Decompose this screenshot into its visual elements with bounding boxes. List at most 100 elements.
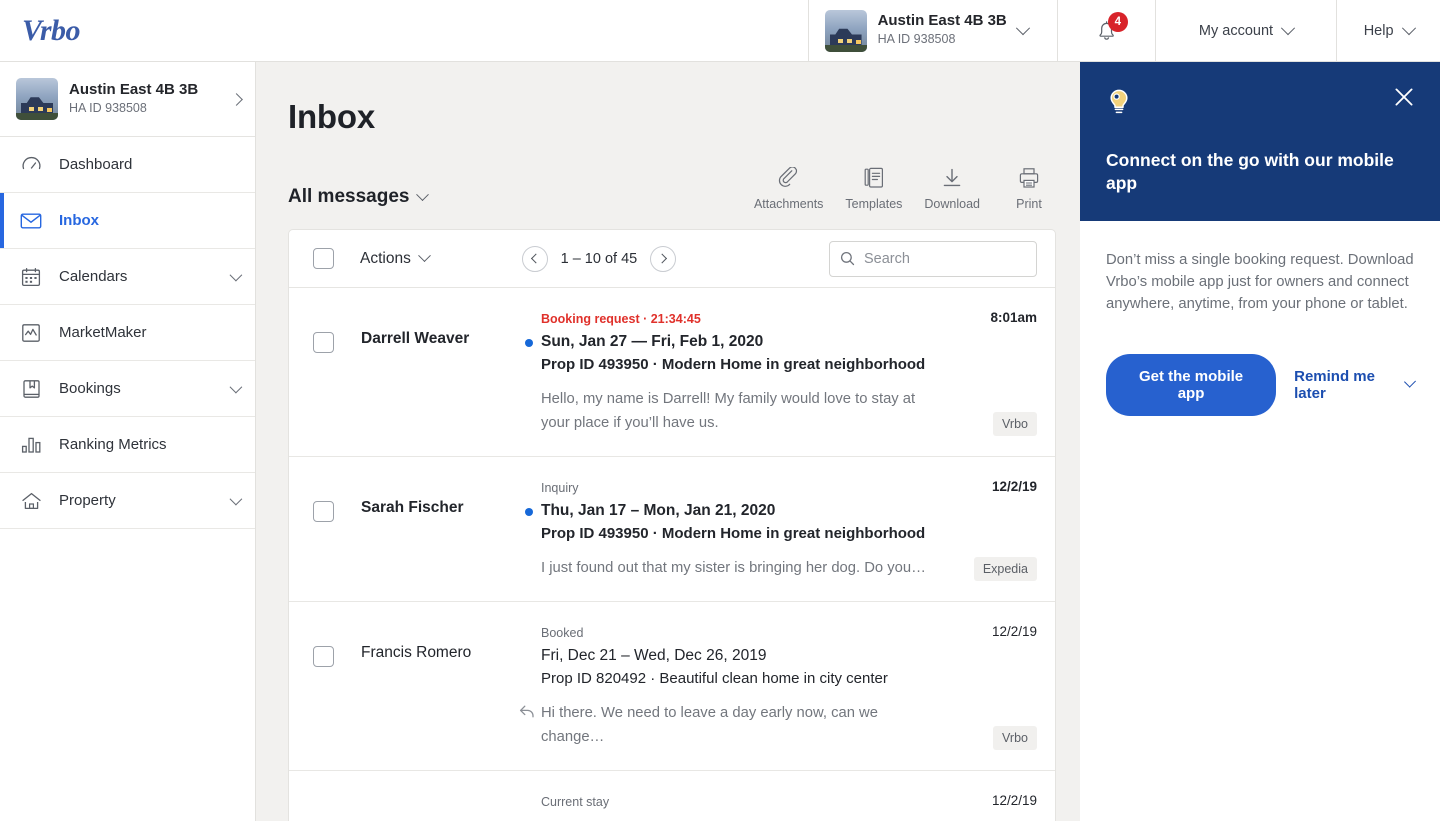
sidebar-item-marketmaker[interactable]: MarketMaker (0, 305, 255, 361)
attachments-label: Attachments (753, 197, 824, 211)
previous-page-button[interactable] (521, 245, 548, 272)
paperclip-icon (778, 166, 800, 190)
message-list-item[interactable]: Current stay 12/2/19 (289, 771, 1055, 821)
message-stay-dates-text: Thu, Jan 17 – Mon, Jan 21, 2020 (541, 502, 776, 520)
message-channel-badge: Expedia (973, 557, 1037, 582)
message-meta: 8:01am Vrbo (951, 310, 1037, 437)
message-meta: 12/2/19 Vrbo (951, 624, 1037, 751)
message-status-label: Booked (541, 626, 584, 641)
printer-icon (1018, 166, 1040, 190)
pagination-label: 1 – 10 of 45 (560, 250, 638, 267)
sidebar-item-label: MarketMaker (59, 324, 147, 341)
message-snippet: I just found out that my sister is bring… (541, 560, 926, 577)
message-timestamp: 8:01am (990, 310, 1037, 325)
chevron-down-icon (1401, 20, 1416, 35)
message-list-item[interactable]: Francis Romero Booked Fri, Dec 21 – Wed,… (289, 602, 1055, 772)
chevron-down-icon (416, 187, 430, 201)
sidebar-property-selector[interactable]: Austin East 4B 3B HA ID 938508 (0, 62, 255, 137)
search-box (829, 240, 1037, 277)
message-body: Booked Fri, Dec 21 – Wed, Dec 26, 2019 P… (519, 624, 951, 750)
message-list: Darrell Weaver Booking request · 21:34:4… (289, 288, 1055, 821)
page-title: Inbox (288, 98, 375, 135)
print-button[interactable]: Print (1002, 166, 1056, 211)
house-thumbnail-icon (824, 9, 867, 52)
house-thumbnail-icon (16, 78, 58, 120)
message-stay-dates-text: Fri, Dec 21 – Wed, Dec 26, 2019 (541, 647, 767, 665)
message-list-item[interactable]: Darrell Weaver Booking request · 21:34:4… (289, 288, 1055, 458)
message-checkbox[interactable] (313, 646, 334, 668)
message-body: Inquiry Thu, Jan 17 – Mon, Jan 21, 2020 … (525, 479, 951, 581)
message-stay-dates: Fri, Dec 21 – Wed, Dec 26, 2019 (541, 645, 941, 667)
message-property-line: Prop ID 493950 · Modern Home in great ne… (541, 524, 926, 542)
bar-chart-icon (20, 434, 42, 456)
promo-description: Don’t miss a single booking request. Dow… (1106, 251, 1414, 313)
next-page-button[interactable] (650, 245, 677, 272)
sidebar-item-dashboard[interactable]: Dashboard (0, 137, 255, 193)
vrbo-owner-dashboard: Vrbo Austin East 4B 3B HA ID 938508 4 My… (0, 0, 1440, 821)
message-sender-name: Darrell Weaver (361, 330, 470, 347)
chevron-down-icon (229, 268, 243, 282)
reply-arrow-icon (519, 704, 535, 728)
message-snippet: Hi there. We need to leave a day early n… (519, 702, 941, 750)
sidebar-item-label: Bookings (59, 380, 121, 397)
message-checkbox[interactable] (313, 501, 334, 523)
sidebar-item-inbox[interactable]: Inbox (0, 193, 255, 249)
close-icon[interactable] (1393, 86, 1415, 108)
message-body: Current stay (541, 793, 951, 814)
message-property-line: Prop ID 493950 · Modern Home in great ne… (541, 355, 926, 373)
sidebar-property-meta: Austin East 4B 3B HA ID 938508 (69, 81, 221, 117)
get-mobile-app-button[interactable]: Get the mobile app (1106, 353, 1277, 416)
gauge-icon (20, 154, 42, 176)
message-sender-name: Sarah Fischer (361, 499, 464, 517)
templates-label: Templates (845, 197, 903, 211)
mobile-app-promo-panel: Connect on the go with our mobile app Do… (1080, 62, 1440, 821)
remind-me-later-dropdown[interactable]: Remind me later (1294, 368, 1417, 402)
sidebar-item-property[interactable]: Property (0, 473, 255, 529)
top-navigation-bar: Vrbo Austin East 4B 3B HA ID 938508 4 My… (0, 0, 1440, 62)
download-icon (941, 166, 963, 190)
download-button[interactable]: Download (924, 166, 980, 211)
chevron-right-icon (230, 92, 243, 106)
book-icon (20, 378, 42, 400)
chart-line-icon (20, 322, 42, 344)
sidebar-item-bookings[interactable]: Bookings (0, 361, 255, 417)
search-input[interactable] (829, 240, 1037, 277)
topbar-property-meta: Austin East 4B 3B HA ID 938508 (878, 12, 1007, 48)
message-timestamp: 12/2/19 (991, 793, 1037, 809)
promo-actions: Get the mobile app Remind me later (1106, 353, 1417, 416)
chevron-down-icon (1403, 376, 1417, 389)
message-channel-badge: Vrbo (993, 412, 1037, 437)
vrbo-logo[interactable]: Vrbo (22, 15, 81, 46)
attachments-button[interactable]: Attachments (754, 166, 823, 211)
my-account-label: My account (1198, 22, 1274, 39)
message-list-item[interactable]: Sarah Fischer Inquiry Thu, Jan 17 – Mon,… (289, 457, 1055, 603)
download-label: Download (924, 197, 980, 211)
message-filter-dropdown[interactable]: All messages (288, 186, 430, 211)
pagination: 1 – 10 of 45 (369, 245, 829, 272)
templates-button[interactable]: Templates (845, 166, 902, 211)
sidebar-item-calendars[interactable]: Calendars (0, 249, 255, 305)
message-stay-dates: Sun, Jan 27 — Fri, Feb 1, 2020 (525, 331, 941, 353)
select-all-checkbox[interactable] (313, 248, 334, 269)
chevron-right-icon (656, 253, 667, 264)
message-checkbox[interactable] (313, 332, 334, 353)
my-account-menu[interactable]: My account (1154, 0, 1336, 61)
message-snippet-text: Hi there. We need to leave a day early n… (541, 705, 878, 746)
topbar-property-selector[interactable]: Austin East 4B 3B HA ID 938508 (807, 0, 1057, 61)
inbox-toolbar-row: All messages Attachments Templates Downl… (256, 136, 1080, 211)
help-label: Help (1363, 22, 1394, 39)
help-menu[interactable]: Help (1336, 0, 1440, 61)
sidebar-item-label: Dashboard (59, 156, 133, 173)
message-sender-name: Francis Romero (361, 644, 472, 662)
sidebar-property-title: Austin East 4B 3B (69, 80, 199, 98)
message-body: Booking request · 21:34:45 Sun, Jan 27 —… (525, 310, 951, 436)
inbox-card-toolbar: Actions 1 – 10 of 45 (289, 230, 1055, 288)
chevron-down-icon (229, 492, 243, 506)
message-status-label: Booking request · 21:34:45 (541, 312, 701, 326)
chevron-down-icon (229, 380, 243, 394)
message-status-label: Current stay (541, 795, 610, 810)
notifications-button[interactable]: 4 (1056, 0, 1155, 61)
message-timestamp: 12/2/19 (991, 479, 1037, 495)
sidebar-item-label: Calendars (59, 268, 128, 285)
sidebar-item-ranking-metrics[interactable]: Ranking Metrics (0, 417, 255, 473)
